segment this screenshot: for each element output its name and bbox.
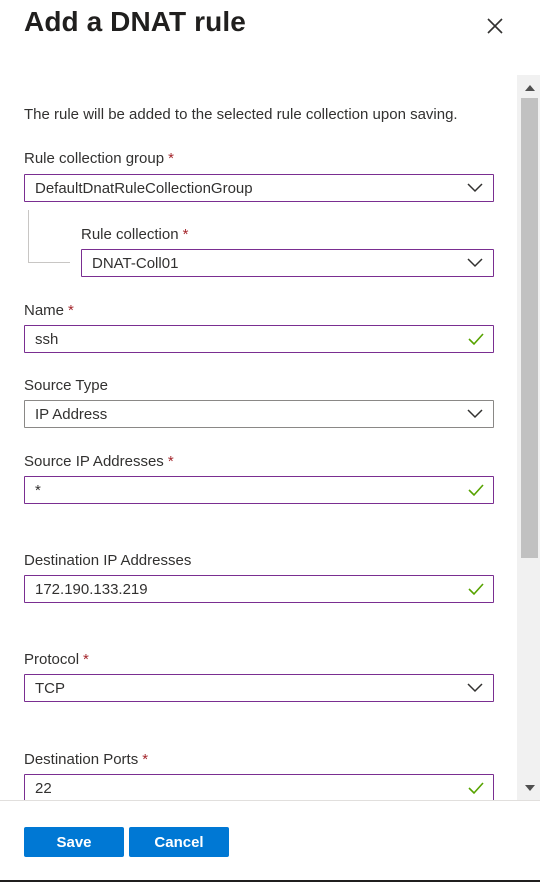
- source-type-label-text: Source Type: [24, 377, 108, 394]
- scroll-down-arrow-icon[interactable]: [524, 783, 536, 793]
- save-button[interactable]: Save: [24, 827, 124, 857]
- required-marker: *: [142, 751, 149, 768]
- name-input[interactable]: ssh: [24, 325, 494, 353]
- rule-collection-group-label: Rule collection group *: [24, 150, 174, 167]
- tree-connector-horizontal: [28, 262, 70, 263]
- chevron-down-icon: [467, 183, 483, 193]
- rule-collection-group-dropdown[interactable]: DefaultDnatRuleCollectionGroup: [24, 174, 494, 202]
- protocol-label-text: Protocol: [24, 651, 80, 668]
- rule-collection-dropdown[interactable]: DNAT-Coll01: [81, 249, 494, 277]
- protocol-value: TCP: [35, 680, 65, 697]
- name-label: Name *: [24, 302, 74, 319]
- checkmark-icon: [468, 333, 484, 346]
- chevron-down-icon: [467, 258, 483, 268]
- destination-ip-addresses-label-text: Destination IP Addresses: [24, 552, 192, 569]
- panel-footer: Save Cancel: [0, 800, 540, 883]
- close-icon[interactable]: [483, 14, 507, 38]
- source-ip-addresses-label-text: Source IP Addresses: [24, 453, 164, 470]
- source-type-label: Source Type: [24, 377, 108, 394]
- protocol-label: Protocol *: [24, 651, 89, 668]
- tree-connector-vertical: [28, 210, 29, 262]
- panel-title: Add a DNAT rule: [24, 6, 246, 37]
- rule-collection-label: Rule collection *: [81, 226, 188, 243]
- chevron-down-icon: [467, 683, 483, 693]
- destination-ports-label-text: Destination Ports: [24, 751, 139, 768]
- destination-ip-addresses-input[interactable]: 172.190.133.219: [24, 575, 494, 603]
- rule-collection-label-text: Rule collection: [81, 226, 179, 243]
- checkmark-icon: [468, 782, 484, 795]
- cancel-button[interactable]: Cancel: [129, 827, 229, 857]
- rule-collection-group-label-text: Rule collection group: [24, 150, 165, 167]
- source-type-value: IP Address: [35, 406, 108, 423]
- destination-ip-addresses-value: 172.190.133.219: [35, 581, 148, 598]
- checkmark-icon: [468, 484, 484, 497]
- rule-collection-value: DNAT-Coll01: [92, 255, 179, 272]
- panel-description: The rule will be added to the selected r…: [24, 106, 458, 123]
- rule-collection-group-value: DefaultDnatRuleCollectionGroup: [35, 180, 253, 197]
- required-marker: *: [168, 150, 174, 167]
- source-type-dropdown[interactable]: IP Address: [24, 400, 494, 428]
- protocol-dropdown[interactable]: TCP: [24, 674, 494, 702]
- destination-ports-input[interactable]: 22: [24, 774, 494, 800]
- source-ip-addresses-input[interactable]: *: [24, 476, 494, 504]
- scroll-up-arrow-icon[interactable]: [524, 83, 536, 93]
- source-ip-addresses-label: Source IP Addresses *: [24, 453, 174, 470]
- source-ip-addresses-value: *: [35, 482, 41, 499]
- destination-ports-label: Destination Ports *: [24, 751, 148, 768]
- form-body: The rule will be added to the selected r…: [0, 75, 540, 800]
- name-label-text: Name: [24, 302, 65, 319]
- required-marker: *: [83, 651, 89, 668]
- required-marker: *: [182, 226, 189, 243]
- required-marker: *: [68, 302, 74, 319]
- name-value: ssh: [35, 331, 59, 348]
- destination-ip-addresses-label: Destination IP Addresses: [24, 552, 191, 569]
- scrollbar-thumb[interactable]: [521, 98, 538, 558]
- checkmark-icon: [468, 583, 484, 596]
- required-marker: *: [167, 453, 174, 470]
- chevron-down-icon: [467, 409, 483, 419]
- destination-ports-value: 22: [35, 780, 52, 797]
